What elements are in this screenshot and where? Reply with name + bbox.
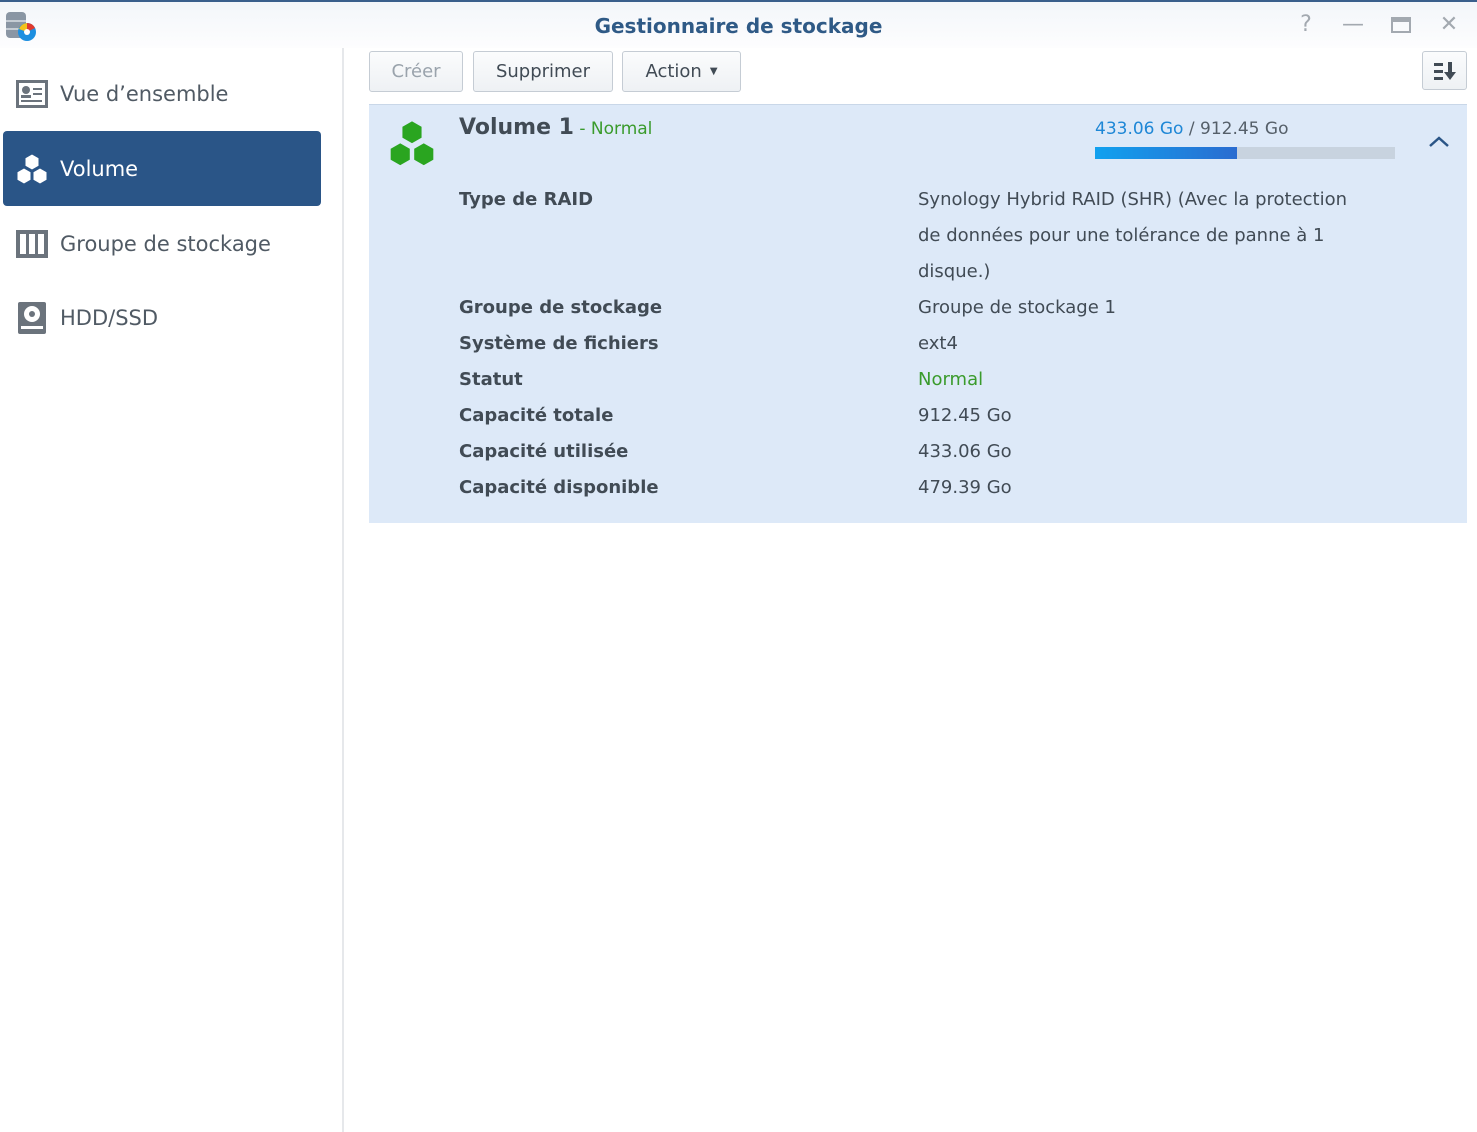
detail-label: Capacité disponible bbox=[459, 477, 659, 498]
sidebar-item-overview[interactable]: Vue d’ensemble bbox=[3, 56, 321, 131]
detail-value: Synology Hybrid RAID (SHR) (Avec la prot… bbox=[918, 189, 1348, 282]
detail-row: Capacité disponible 479.39 Go bbox=[459, 470, 1368, 506]
detail-value: 912.45 Go bbox=[918, 405, 1012, 426]
detail-value: Groupe de stockage 1 bbox=[918, 297, 1116, 318]
help-icon[interactable]: ? bbox=[1293, 12, 1319, 38]
detail-label: Statut bbox=[459, 369, 523, 390]
volume-icon bbox=[16, 152, 48, 185]
title-bar: Gestionnaire de stockage ? — ✕ bbox=[0, 0, 1477, 48]
maximize-icon[interactable] bbox=[1388, 12, 1414, 38]
detail-row: Capacité totale 912.45 Go bbox=[459, 398, 1368, 434]
sidebar-item-label: Vue d’ensemble bbox=[60, 81, 229, 106]
sidebar-item-volume[interactable]: Volume bbox=[3, 131, 321, 206]
delete-button[interactable]: Supprimer bbox=[473, 51, 613, 92]
storage-pool-icon bbox=[16, 229, 48, 258]
close-icon[interactable]: ✕ bbox=[1436, 12, 1462, 38]
volume-title: Volume 1 - Normal bbox=[459, 115, 652, 140]
sidebar-item-label: HDD/SSD bbox=[60, 305, 159, 330]
detail-label: Capacité totale bbox=[459, 405, 614, 426]
sidebar-item-label: Volume bbox=[60, 156, 139, 181]
detail-row: Statut Normal bbox=[459, 362, 1368, 398]
sort-button[interactable] bbox=[1422, 51, 1467, 90]
overview-icon bbox=[16, 79, 48, 108]
action-dropdown[interactable]: Action ▼ bbox=[622, 51, 741, 92]
detail-row: Type de RAID Synology Hybrid RAID (SHR) (… bbox=[459, 182, 1368, 290]
action-label: Action bbox=[645, 61, 702, 82]
detail-value: ext4 bbox=[918, 333, 958, 354]
sidebar: Vue d’ensemble Volume Groupe de stockage… bbox=[0, 48, 344, 1132]
detail-row: Système de fichiers ext4 bbox=[459, 326, 1368, 362]
detail-label: Système de fichiers bbox=[459, 333, 659, 354]
detail-value: Normal bbox=[918, 369, 984, 390]
detail-label: Groupe de stockage bbox=[459, 297, 663, 318]
create-button[interactable]: Créer bbox=[369, 51, 463, 92]
separator: / bbox=[1183, 119, 1201, 139]
usage-bar-fill bbox=[1095, 147, 1238, 159]
volume-panel[interactable]: Volume 1 - Normal 433.06 Go / 912.45 Go … bbox=[369, 104, 1467, 523]
collapse-chevron-icon[interactable] bbox=[1427, 133, 1451, 152]
sidebar-item-storage-pool[interactable]: Groupe de stockage bbox=[3, 206, 321, 281]
volume-status: - Normal bbox=[573, 119, 653, 139]
detail-row: Capacité utilisée 433.06 Go bbox=[459, 434, 1368, 470]
usage-bar bbox=[1095, 147, 1395, 159]
detail-value: 433.06 Go bbox=[918, 441, 1012, 462]
detail-row: Groupe de stockage Groupe de stockage 1 bbox=[459, 290, 1368, 326]
caret-down-icon: ▼ bbox=[709, 66, 718, 77]
detail-value: 479.39 Go bbox=[918, 477, 1012, 498]
detail-label: Capacité utilisée bbox=[459, 441, 629, 462]
minimize-icon[interactable]: — bbox=[1340, 12, 1366, 38]
volume-cube-icon bbox=[389, 119, 435, 167]
sort-icon bbox=[1433, 61, 1456, 80]
total-capacity: 912.45 Go bbox=[1200, 119, 1289, 139]
sidebar-item-label: Groupe de stockage bbox=[60, 231, 271, 256]
usage-text: 433.06 Go / 912.45 Go bbox=[1095, 119, 1288, 139]
volume-name: Volume 1 bbox=[459, 115, 574, 140]
detail-label: Type de RAID bbox=[459, 189, 594, 210]
window-title: Gestionnaire de stockage bbox=[594, 14, 883, 38]
hdd-icon bbox=[18, 301, 46, 334]
sidebar-item-hdd-ssd[interactable]: HDD/SSD bbox=[3, 280, 321, 355]
used-capacity: 433.06 Go bbox=[1095, 119, 1184, 139]
